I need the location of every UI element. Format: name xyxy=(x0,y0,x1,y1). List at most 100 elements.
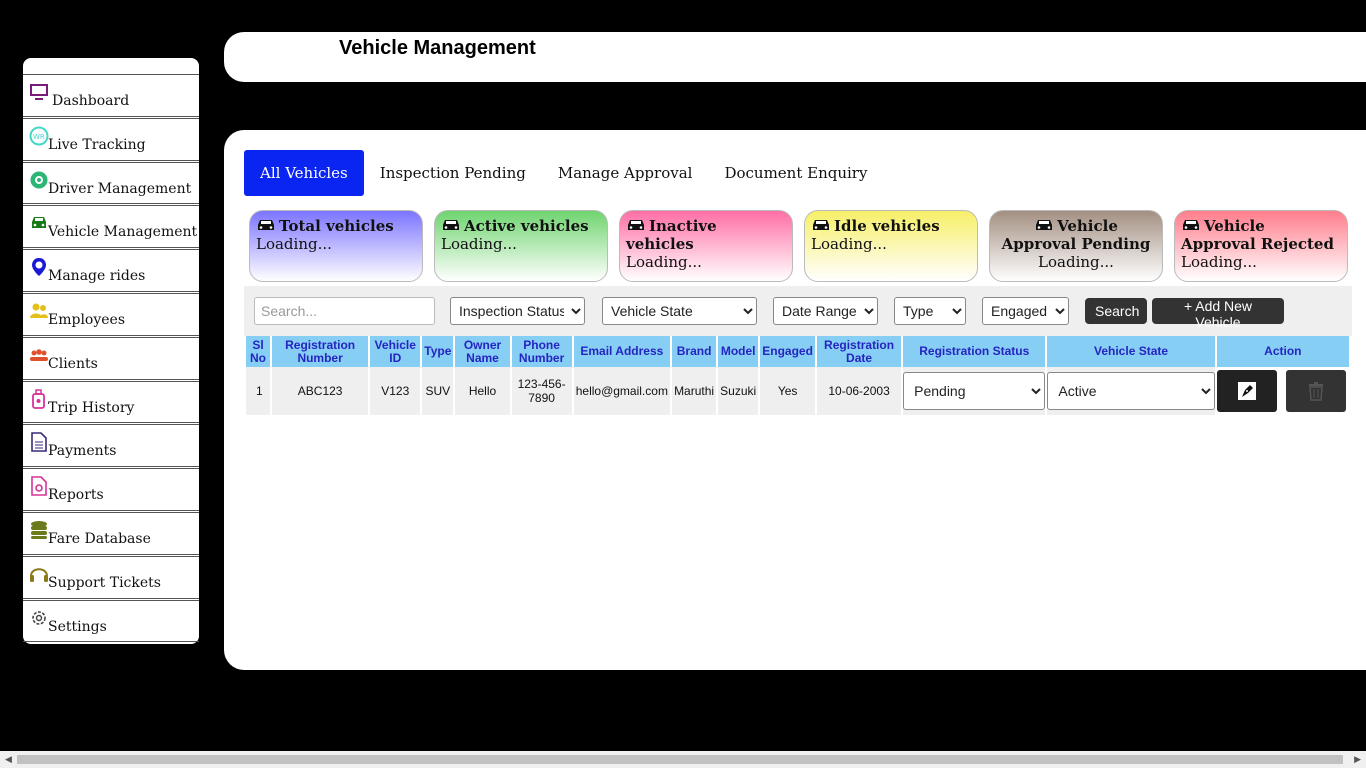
add-vehicle-button[interactable]: + Add New Vehicle xyxy=(1152,298,1284,330)
delete-button[interactable] xyxy=(1286,370,1347,412)
stat-value: Loading... xyxy=(441,235,517,253)
sidebar-item-label: Driver Management xyxy=(48,180,192,197)
horizontal-scrollbar[interactable]: ◀ ▶ xyxy=(0,751,1366,768)
column-header[interactable]: Vehicle State xyxy=(1047,336,1215,367)
sidebar-item-label: Reports xyxy=(48,487,104,504)
vehicle-table: Sl No Registration Number Vehicle ID Typ… xyxy=(244,336,1351,415)
engaged-select[interactable]: Engaged xyxy=(982,297,1069,325)
sidebar-item-label: Vehicle Management xyxy=(48,224,198,241)
tracking-icon: WR xyxy=(29,126,49,146)
report-icon xyxy=(31,476,47,496)
sidebar-item-fare-database[interactable]: Fare Database xyxy=(23,511,199,555)
sidebar-item-clients[interactable]: Clients xyxy=(23,336,199,380)
date-range-select[interactable]: Date Range xyxy=(773,297,878,325)
cell-action xyxy=(1216,367,1349,415)
sidebar-item-label: Payments xyxy=(48,443,117,460)
sidebar-item-dashboard[interactable]: Dashboard xyxy=(23,74,199,117)
stat-value: Loading... xyxy=(626,253,702,271)
stat-value: Loading... xyxy=(1181,253,1257,271)
sidebar-item-label: Manage rides xyxy=(48,268,146,285)
search-button[interactable]: Search xyxy=(1085,298,1147,324)
tab-manage-approval[interactable]: Manage Approval xyxy=(542,150,709,196)
sidebar: Dashboard WR Live Tracking Driver Manage… xyxy=(23,58,199,644)
car-icon xyxy=(813,220,829,230)
column-header[interactable]: Registration Date xyxy=(816,336,902,367)
stat-title: Total vehicles xyxy=(279,217,394,235)
column-header[interactable]: Engaged xyxy=(760,336,815,367)
sidebar-item-payments[interactable]: Payments xyxy=(23,424,199,468)
stat-value: Loading... xyxy=(811,235,887,253)
stat-card-active: Active vehicles Loading... xyxy=(434,210,608,282)
sidebar-item-label: Employees xyxy=(48,311,126,328)
cell-registration-date: 10-06-2003 xyxy=(816,367,902,415)
stat-card-idle: Idle vehicles Loading... xyxy=(804,210,978,282)
column-header[interactable]: Brand xyxy=(672,336,717,367)
scroll-thumb[interactable] xyxy=(17,755,1343,764)
car-icon xyxy=(1183,220,1199,230)
driver-icon xyxy=(30,171,48,189)
type-select[interactable]: Type xyxy=(894,297,966,325)
column-header[interactable]: Registration Number xyxy=(272,336,369,367)
gear-icon xyxy=(32,610,46,625)
cell-engaged: Yes xyxy=(760,367,815,415)
registration-status-select[interactable]: Pending xyxy=(903,372,1046,410)
column-header[interactable]: Owner Name xyxy=(455,336,510,367)
table-row: 1 ABC123 V123 SUV Hello 123-456-7890 hel… xyxy=(246,367,1349,415)
inspection-status-select[interactable]: Inspection Status xyxy=(450,297,585,325)
sidebar-item-live-tracking[interactable]: WR Live Tracking xyxy=(23,117,199,161)
cell-registration-number: ABC123 xyxy=(272,367,369,415)
column-header[interactable]: Vehicle ID xyxy=(370,336,421,367)
sidebar-item-label: Live Tracking xyxy=(48,136,146,153)
tab-all-vehicles[interactable]: All Vehicles xyxy=(244,150,364,196)
tab-document-enquiry[interactable]: Document Enquiry xyxy=(708,150,883,196)
sidebar-item-employees[interactable]: Employees xyxy=(23,292,199,336)
sidebar-item-label: Support Tickets xyxy=(48,574,161,591)
column-header[interactable]: Action xyxy=(1216,336,1349,367)
car-icon xyxy=(628,220,644,230)
svg-text:WR: WR xyxy=(33,133,45,141)
vehicle-state-select[interactable]: Vehicle State xyxy=(602,297,757,325)
search-input[interactable] xyxy=(254,297,435,325)
document-icon xyxy=(31,432,47,453)
filter-bar: Inspection Status Vehicle State Date Ran… xyxy=(244,286,1352,336)
column-header[interactable]: Registration Status xyxy=(903,336,1046,367)
sidebar-item-support-tickets[interactable]: Support Tickets xyxy=(23,555,199,599)
sidebar-item-vehicle-management[interactable]: Vehicle Management xyxy=(23,205,199,249)
tab-inspection-pending[interactable]: Inspection Pending xyxy=(364,150,542,196)
column-header[interactable]: Type xyxy=(422,336,454,367)
cell-owner-name: Hello xyxy=(455,367,510,415)
sidebar-item-driver-management[interactable]: Driver Management xyxy=(23,161,199,205)
employees-icon xyxy=(30,303,48,318)
stat-card-approval-pending: Vehicle Approval Pending Loading... xyxy=(989,210,1163,282)
cell-model: Suzuki xyxy=(718,367,759,415)
sidebar-item-settings[interactable]: Settings xyxy=(23,599,199,643)
cell-vehicle-state: Active xyxy=(1047,367,1215,415)
car-icon xyxy=(258,220,274,230)
stat-value: Loading... xyxy=(256,235,332,253)
column-header[interactable]: Sl No xyxy=(246,336,271,367)
sidebar-item-manage-rides[interactable]: Manage rides xyxy=(23,249,199,292)
cell-registration-status: Pending xyxy=(903,367,1046,415)
scroll-left-icon[interactable]: ◀ xyxy=(5,755,12,765)
page-header: Vehicle Management xyxy=(224,32,1366,82)
scroll-right-icon[interactable]: ▶ xyxy=(1354,755,1361,765)
sidebar-item-label: Settings xyxy=(48,618,107,635)
stat-card-inactive: Inactive vehicles Loading... xyxy=(619,210,793,282)
clients-icon xyxy=(30,348,48,361)
pen-icon xyxy=(1237,382,1256,400)
sidebar-item-trip-history[interactable]: Trip History xyxy=(23,380,199,424)
database-icon xyxy=(31,520,47,539)
vehicle-state-row-select[interactable]: Active xyxy=(1047,372,1215,410)
sidebar-item-label: Clients xyxy=(48,355,98,372)
cell-type: SUV xyxy=(422,367,454,415)
sidebar-item-reports[interactable]: Reports xyxy=(23,468,199,511)
cell-phone-number: 123-456-7890 xyxy=(511,367,572,415)
column-header[interactable]: Email Address xyxy=(573,336,671,367)
stat-cards: Total vehicles Loading... Active vehicle… xyxy=(249,210,1348,282)
luggage-icon xyxy=(32,388,45,409)
column-header[interactable]: Phone Number xyxy=(511,336,572,367)
column-header[interactable]: Model xyxy=(718,336,759,367)
car-icon xyxy=(443,220,459,230)
edit-button[interactable] xyxy=(1216,370,1277,412)
cell-email: hello@gmail.com xyxy=(573,367,671,415)
